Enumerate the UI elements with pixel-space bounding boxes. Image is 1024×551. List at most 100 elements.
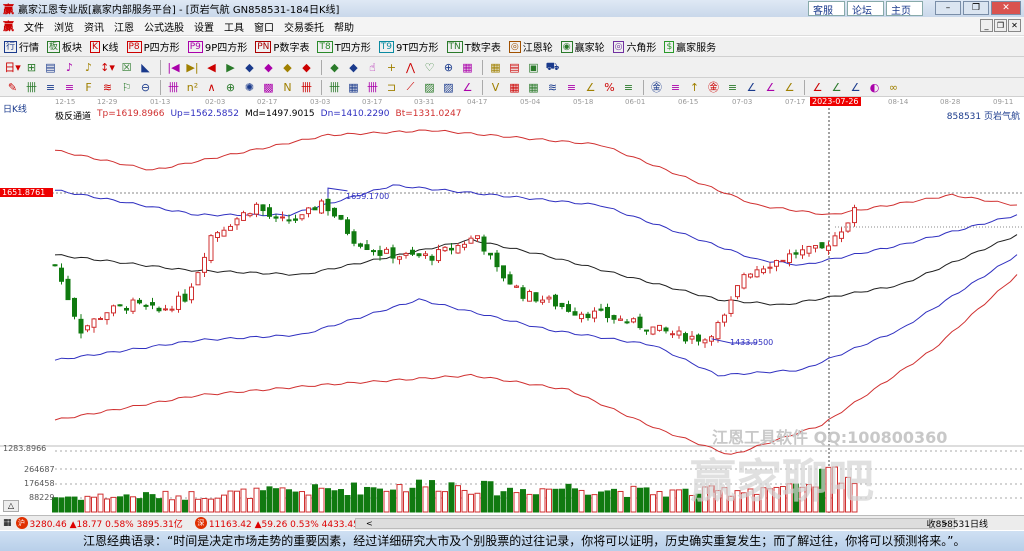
tool-icon[interactable]: ∠ <box>781 81 798 94</box>
tool-icon[interactable]: + <box>383 61 400 74</box>
menu-item[interactable]: 公式选股 <box>144 19 184 34</box>
tool-icon[interactable]: ⚐ <box>118 81 135 94</box>
customer-service-link[interactable]: 客服 <box>808 1 845 17</box>
tool-icon[interactable]: ∠ <box>762 81 779 94</box>
tool-icon[interactable]: ◆ <box>298 61 315 74</box>
tool-icon[interactable]: ♪ <box>80 61 97 74</box>
tool-icon[interactable]: ∠ <box>828 81 845 94</box>
tool-icon[interactable]: ▨ <box>421 81 438 94</box>
tool-icon[interactable]: ↑ <box>686 81 703 94</box>
tool-icon[interactable]: % <box>601 81 618 94</box>
tool-icon[interactable]: ▣ <box>525 61 542 74</box>
tool-icon[interactable]: ∞ <box>885 81 902 94</box>
toolbar-button[interactable]: P9 9P四方形 <box>187 39 247 54</box>
tool-icon[interactable]: ✎ <box>4 81 21 94</box>
mdi-restore-button[interactable]: ❐ <box>994 19 1007 32</box>
tool-icon[interactable]: ▦ <box>345 81 362 94</box>
shanghai-index[interactable]: 3280.46 ▲18.77 0.58% 3895.31亿 <box>30 517 183 530</box>
restore-button[interactable]: ❐ <box>963 1 989 15</box>
tool-icon[interactable]: ≡ <box>42 81 59 94</box>
toolbar-button[interactable]: PN P数字表 <box>255 39 309 54</box>
tool-icon[interactable]: ∠ <box>847 81 864 94</box>
tool-icon[interactable]: ◆ <box>279 61 296 74</box>
tool-icon[interactable]: ♪ <box>61 61 78 74</box>
tool-icon[interactable]: N <box>279 81 296 94</box>
menu-item[interactable]: 设置 <box>194 19 214 34</box>
menu-item[interactable]: 窗口 <box>254 19 274 34</box>
tool-icon[interactable]: 卌 <box>326 79 343 95</box>
tool-icon[interactable]: 卌 <box>364 79 381 95</box>
panel-toggle-button[interactable]: △ <box>3 500 19 512</box>
tool-icon[interactable]: ∠ <box>743 81 760 94</box>
tool-icon[interactable]: 卌 <box>165 79 182 95</box>
tool-icon[interactable]: ⊐ <box>383 81 400 94</box>
tool-icon[interactable]: ▦ <box>525 81 542 94</box>
toolbar-button[interactable]: $ 赢家服务 <box>664 39 716 54</box>
tool-icon[interactable]: n² <box>184 81 201 94</box>
tool-icon[interactable]: ◣ <box>137 61 154 74</box>
tool-icon[interactable]: ◆ <box>345 61 362 74</box>
forum-link[interactable]: 论坛 <box>847 1 884 17</box>
tool-icon[interactable]: ⊖ <box>137 81 154 94</box>
tool-icon[interactable]: ▩ <box>260 81 277 94</box>
minimize-button[interactable]: – <box>935 1 961 15</box>
toolbar-button[interactable]: TN T数字表 <box>446 39 501 54</box>
tool-icon[interactable]: ⟋ <box>402 80 419 94</box>
tool-icon[interactable]: ∠ <box>809 81 826 94</box>
tool-icon[interactable]: ⋀ <box>402 61 419 74</box>
tool-icon[interactable]: ≋ <box>99 81 116 94</box>
toolbar-button[interactable]: K K线 <box>90 39 119 54</box>
toolbar-button[interactable]: ◎ 江恩轮 <box>508 39 553 54</box>
toolbar-button[interactable]: T9 9T四方形 <box>378 39 439 54</box>
tool-icon[interactable]: ⊞ <box>23 61 40 74</box>
tool-icon[interactable]: ✺ <box>241 81 258 94</box>
tool-icon[interactable]: ▦ <box>487 61 504 74</box>
menu-item[interactable]: 交易委托 <box>284 19 324 34</box>
tool-icon[interactable]: ㊎ <box>648 79 665 95</box>
tool-icon[interactable]: ⊕ <box>440 61 457 74</box>
mdi-minimize-button[interactable]: _ <box>980 19 993 32</box>
tool-icon[interactable]: ◀ <box>203 61 220 74</box>
tool-icon[interactable]: ◐ <box>866 81 883 94</box>
tool-icon[interactable]: ▶| <box>184 61 201 74</box>
toolbar-button[interactable]: 行行情 <box>4 39 39 54</box>
tool-icon[interactable]: ♡ <box>421 61 438 74</box>
shenzhen-index[interactable]: 11163.42 ▲59.26 0.53% 4433.45亿 <box>209 517 368 530</box>
tool-icon[interactable]: |◀ <box>165 61 182 74</box>
toolbar-button[interactable]: T8 T四方形 <box>317 39 371 54</box>
tool-icon[interactable]: ▦ <box>506 81 523 94</box>
tool-icon[interactable]: ≡ <box>724 81 741 94</box>
tool-icon[interactable]: 卌 <box>23 79 40 95</box>
tool-icon[interactable]: ∠ <box>582 81 599 94</box>
tool-icon[interactable]: ◆ <box>326 61 343 74</box>
tool-icon[interactable]: ≡ <box>61 81 78 94</box>
tool-icon[interactable]: ⛟ <box>544 60 561 75</box>
tool-icon[interactable]: ≡ <box>667 81 684 94</box>
tool-icon[interactable]: V <box>487 81 504 94</box>
toolbar-button[interactable]: P8 P四方形 <box>126 39 180 54</box>
menu-item[interactable]: 文件 <box>24 19 44 34</box>
menu-item[interactable]: 工具 <box>224 19 244 34</box>
tool-icon[interactable]: ◆ <box>260 61 277 74</box>
tool-icon[interactable]: ≋ <box>544 81 561 94</box>
tool-icon[interactable]: ∧ <box>203 81 220 94</box>
close-button[interactable]: ✕ <box>991 1 1021 15</box>
tool-icon[interactable]: ▤ <box>42 61 59 74</box>
menu-item[interactable]: 资讯 <box>84 19 104 34</box>
tool-icon[interactable]: ▶ <box>222 61 239 74</box>
homepage-link[interactable]: 主页 <box>886 1 923 17</box>
tool-icon[interactable]: ⊕ <box>222 81 239 94</box>
toolbar-button[interactable]: ◎ 六角形 <box>612 39 656 54</box>
menu-item[interactable]: 浏览 <box>54 19 74 34</box>
tool-icon[interactable]: ☒ <box>118 61 135 74</box>
tool-icon[interactable]: F <box>80 81 97 94</box>
tool-icon[interactable]: ≡ <box>620 81 637 94</box>
tool-icon[interactable]: 日▾ <box>4 59 21 75</box>
tool-icon[interactable]: ◆ <box>241 61 258 74</box>
toolbar-button[interactable]: 板板块 <box>47 39 82 54</box>
menu-item[interactable]: 帮助 <box>334 19 354 34</box>
calculator-icon[interactable]: ▦ <box>3 518 12 528</box>
tool-icon[interactable]: ≡ <box>563 81 580 94</box>
menu-item[interactable]: 江恩 <box>114 19 134 34</box>
tool-icon[interactable]: ㊎ <box>705 79 722 95</box>
